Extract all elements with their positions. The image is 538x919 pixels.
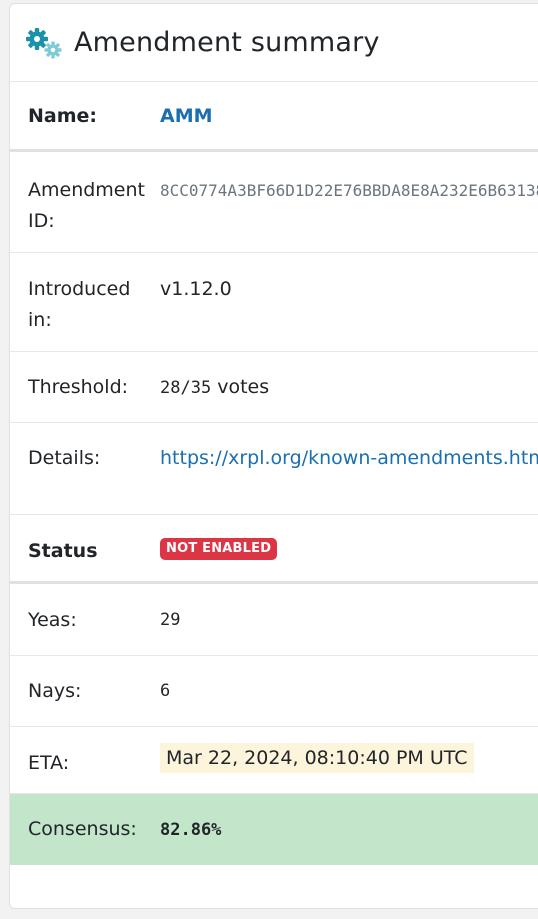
amendment-summary-card: Amendment summary Name: AMM Amendment ID…	[9, 3, 538, 909]
nays-value: 6	[160, 681, 171, 701]
row-eta: ETA: Mar 22, 2024, 08:10:40 PM UTC	[10, 727, 538, 794]
row-status: Status NOT ENABLED	[10, 515, 538, 584]
row-nays: Nays: 6	[10, 656, 538, 727]
row-details: Details: https://xrpl.org/known-amendmen…	[10, 423, 538, 515]
amendment-name-link[interactable]: AMM	[160, 105, 213, 127]
row-threshold: Threshold: 28/35 votes	[10, 352, 538, 423]
row-name: Name: AMM	[10, 82, 538, 152]
yeas-value: 29	[160, 610, 181, 630]
page-title: Amendment summary	[74, 27, 380, 58]
nays-label: Nays:	[28, 680, 82, 702]
threshold-suffix: votes	[211, 376, 270, 398]
amendment-id-label: Amendment ID:	[28, 179, 145, 232]
gears-icon	[24, 26, 64, 60]
row-introduced-in: Introduced in: v1.12.0	[10, 253, 538, 352]
eta-value: Mar 22, 2024, 08:10:40 PM UTC	[160, 743, 474, 773]
details-link[interactable]: https://xrpl.org/known-amendments.html#a…	[160, 447, 538, 469]
row-yeas: Yeas: 29	[10, 584, 538, 656]
status-label: Status	[28, 540, 98, 562]
consensus-label: Consensus:	[28, 818, 137, 840]
threshold-label: Threshold:	[28, 376, 129, 398]
threshold-count: 28/35	[160, 378, 212, 398]
eta-label: ETA:	[28, 752, 70, 774]
details-label: Details:	[28, 447, 101, 469]
threshold-value: 28/35 votes	[160, 352, 538, 404]
yeas-label: Yeas:	[28, 609, 77, 631]
card-header: Amendment summary	[10, 4, 538, 82]
introduced-in-label: Introduced in:	[28, 278, 131, 331]
name-label: Name:	[28, 105, 98, 127]
amendment-id-value: 8CC0774A3BF66D1D22E76BBDA8E8A232E6B63138…	[160, 181, 538, 200]
row-consensus: Consensus: 82.86%	[10, 794, 538, 865]
consensus-value: 82.86%	[160, 820, 222, 840]
row-amendment-id: Amendment ID: 8CC0774A3BF66D1D22E76BBDA8…	[10, 152, 538, 253]
status-badge: NOT ENABLED	[160, 537, 278, 560]
introduced-in-value: v1.12.0	[160, 278, 232, 300]
